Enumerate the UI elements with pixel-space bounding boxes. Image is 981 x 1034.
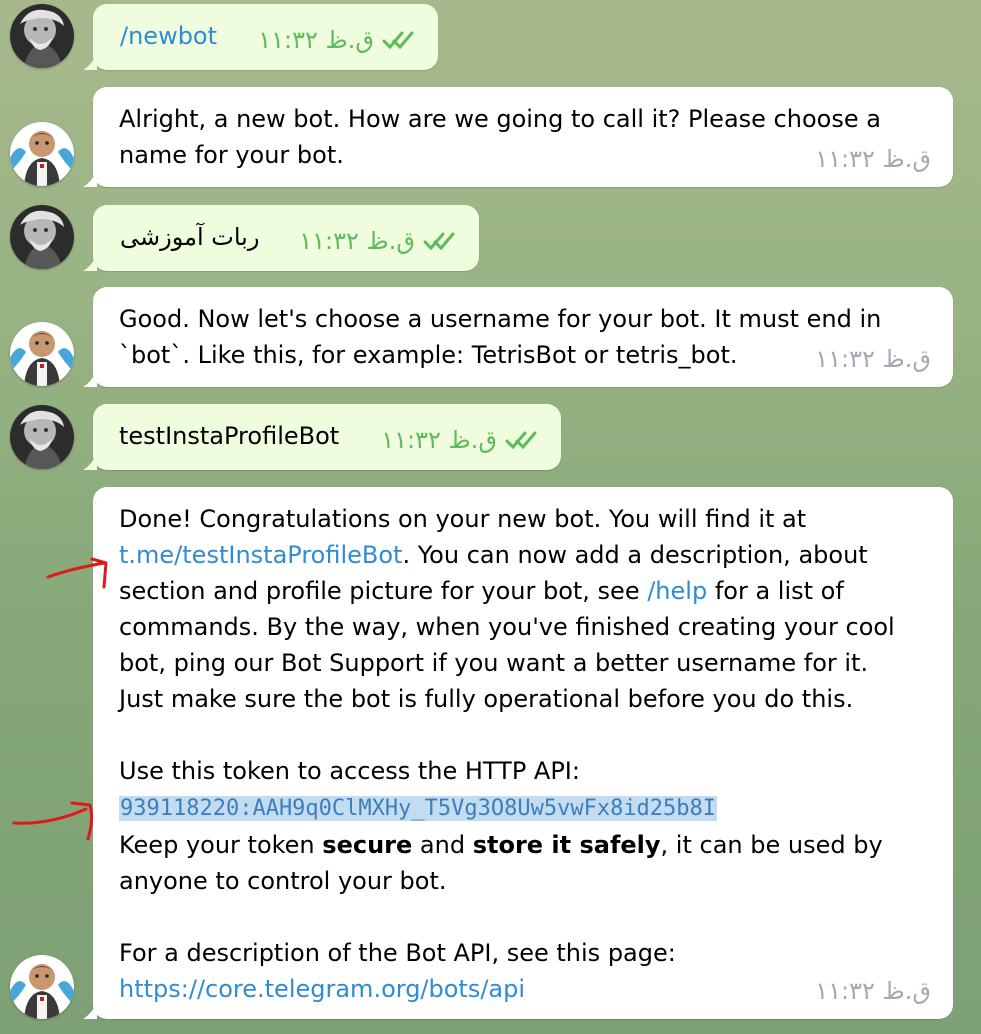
- message-time: ق.ظ ۱۱:۳۲: [299, 227, 415, 255]
- message-text: Done! Congratulations on your new bot. Y…: [119, 501, 919, 1007]
- message-paragraph: Done! Congratulations on your new bot. Y…: [119, 501, 919, 717]
- message-bubble-outgoing[interactable]: testInstaProfileBot ق.ظ ۱۱:۳۲: [83, 404, 561, 470]
- user-avatar-image: [10, 405, 74, 469]
- bubble-tail: [83, 369, 97, 387]
- message-meta: ق.ظ ۱۱:۳۲: [381, 422, 539, 458]
- double-check-icon: [505, 431, 537, 450]
- bot-avatar[interactable]: [10, 955, 74, 1019]
- message-text: testInstaProfileBot: [119, 422, 340, 450]
- text-run: Keep your token: [119, 831, 323, 859]
- text-run: Use this token to access the HTTP API:: [119, 757, 580, 785]
- message-bubble-outgoing[interactable]: ربات آموزشی ق.ظ ۱۱:۳۲: [83, 205, 479, 271]
- bubble-tail: [83, 1001, 97, 1019]
- message-text[interactable]: /newbot: [120, 18, 217, 54]
- message-time: ق.ظ ۱۱:۳۲: [815, 145, 931, 173]
- message-meta: ق.ظ ۱۱:۳۲: [815, 973, 931, 1009]
- api-docs-link[interactable]: https://core.telegram.org/bots/api: [119, 975, 525, 1003]
- message-bubble-incoming[interactable]: Done! Congratulations on your new bot. Y…: [83, 487, 953, 1019]
- bubble-tail: [83, 169, 97, 187]
- message-meta: ق.ظ ۱۱:۳۲: [815, 141, 931, 177]
- message-meta: ق.ظ ۱۱:۳۲: [258, 22, 416, 58]
- bubble-tail: [83, 52, 97, 70]
- double-check-icon: [423, 232, 455, 251]
- message-time: ق.ظ ۱۱:۳۲: [815, 977, 931, 1005]
- botfather-avatar-image: [10, 955, 74, 1019]
- help-command-link[interactable]: /help: [647, 577, 707, 605]
- message-bubble-incoming[interactable]: Good. Now let's choose a username for yo…: [83, 287, 953, 387]
- user-avatar[interactable]: [10, 4, 74, 68]
- message-time: ق.ظ ۱۱:۳۲: [381, 426, 497, 454]
- message-text: ربات آموزشی: [120, 223, 260, 251]
- message-time: ق.ظ ۱۱:۳۲: [258, 26, 374, 54]
- message-meta: ق.ظ ۱۱:۳۲: [815, 341, 931, 377]
- bubble-tail: [83, 452, 97, 470]
- message-meta: ق.ظ ۱۱:۳۲: [299, 223, 457, 259]
- chat-history: /newbot ق.ظ ۱۱:۳۲ Alright, a new bot. Ho…: [0, 0, 981, 1034]
- bubble-tail: [83, 253, 97, 271]
- user-avatar[interactable]: [10, 205, 74, 269]
- text-run: Done! Congratulations on your new bot. Y…: [119, 505, 807, 533]
- botfather-avatar-image: [10, 322, 74, 386]
- bot-link[interactable]: t.me/testInstaProfileBot: [119, 541, 402, 569]
- message-text: Alright, a new bot. How are we going to …: [119, 105, 881, 169]
- user-avatar[interactable]: [10, 405, 74, 469]
- text-run: and: [412, 831, 473, 859]
- message-paragraph: For a description of the Bot API, see th…: [119, 935, 919, 1007]
- red-arrow-annotation: [12, 801, 94, 841]
- bold-text: secure: [322, 831, 413, 859]
- api-token[interactable]: 939118220:AAH9q0ClMXHy_T5Vg3O8Uw5vwFx8id…: [119, 796, 718, 821]
- bot-avatar[interactable]: [10, 122, 74, 186]
- message-bubble-incoming[interactable]: Alright, a new bot. How are we going to …: [83, 87, 953, 187]
- message-bubble-outgoing[interactable]: /newbot ق.ظ ۱۱:۳۲: [83, 4, 438, 70]
- message-paragraph: Use this token to access the HTTP API: 9…: [119, 753, 919, 899]
- double-check-icon: [382, 31, 414, 50]
- botfather-avatar-image: [10, 122, 74, 186]
- bold-text: store it safely: [472, 831, 661, 859]
- text-run: For a description of the Bot API, see th…: [119, 939, 676, 967]
- user-avatar-image: [10, 205, 74, 269]
- message-text: Good. Now let's choose a username for yo…: [119, 305, 882, 369]
- user-avatar-image: [10, 4, 74, 68]
- message-time: ق.ظ ۱۱:۳۲: [815, 345, 931, 373]
- bot-avatar[interactable]: [10, 322, 74, 386]
